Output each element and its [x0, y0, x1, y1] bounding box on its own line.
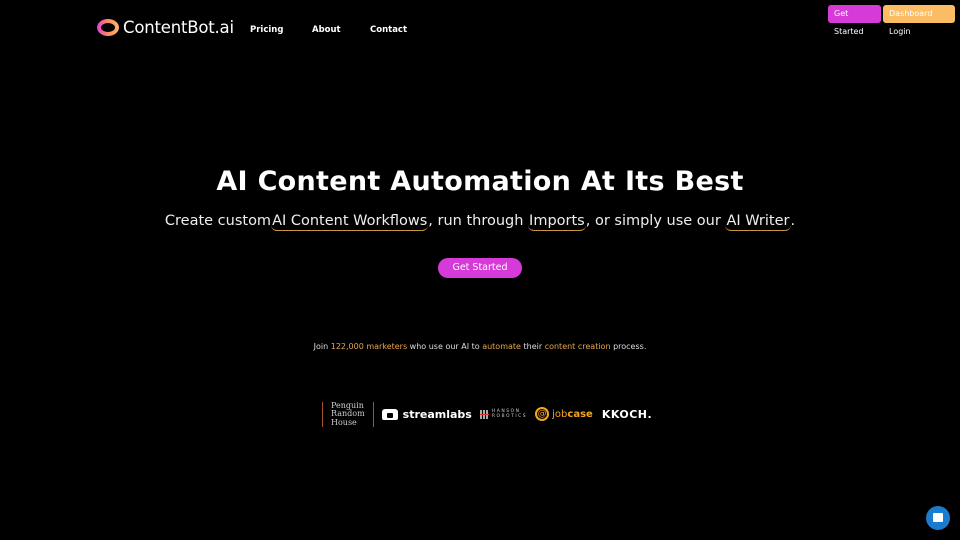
sp-highlight: automate: [482, 342, 521, 351]
hero-title: AI Content Automation At Its Best: [216, 166, 744, 197]
customer-logos: Penguin Random House streamlabs HANSON RO…: [322, 400, 652, 428]
sp-highlight: content creation: [544, 342, 611, 351]
sp-highlight: 122,000 marketers: [330, 342, 408, 351]
logo-ring-icon: [97, 19, 119, 36]
imports-link[interactable]: Imports: [528, 213, 586, 231]
sub-text: Create custom: [164, 213, 272, 229]
sp-text: Join: [313, 342, 331, 351]
logo-text: ContentBot.ai: [123, 18, 234, 37]
sub-text: .: [790, 213, 796, 229]
hanson-robotics-logo: HANSON ROBOTICS: [479, 409, 528, 419]
top-nav: ContentBot.ai Pricing About Contact Get …: [0, 0, 960, 60]
sp-text: their: [520, 342, 545, 351]
nav-link-contact[interactable]: Contact: [370, 25, 407, 35]
streamlabs-text: streamlabs: [402, 407, 472, 421]
social-proof: Join 122,000 marketers who use our AI to…: [0, 342, 960, 351]
hero-subtitle: Create customAI Content Workflows, run t…: [0, 213, 960, 231]
koch-logo: KKOCH.: [601, 407, 653, 421]
at-sign-icon: @: [535, 407, 550, 421]
dashboard-login-button[interactable]: Dashboard Login: [883, 5, 955, 36]
streamlabs-icon: [381, 408, 398, 420]
logo[interactable]: ContentBot.ai: [97, 18, 234, 37]
jobcase-text: case: [567, 408, 593, 420]
hanson-icon: [479, 409, 489, 419]
streamlabs-logo: streamlabs: [381, 407, 472, 421]
sp-text: process.: [610, 342, 647, 351]
sub-text: , or simply use our: [585, 213, 726, 229]
prh-line: House: [331, 417, 357, 427]
hanson-line: ROBOTICS: [491, 414, 528, 419]
jobcase-text: job: [552, 408, 568, 420]
chat-icon: [933, 513, 943, 522]
chat-widget-button[interactable]: [926, 506, 950, 530]
sub-text: , run through: [428, 213, 529, 229]
get-started-button[interactable]: Get Started: [438, 258, 522, 278]
nav-link-about[interactable]: About: [312, 25, 341, 35]
penguin-random-house-logo: Penguin Random House: [322, 401, 374, 427]
get-started-button-top[interactable]: Get Started: [828, 5, 881, 36]
workflows-link[interactable]: AI Content Workflows: [271, 213, 429, 231]
nav-link-pricing[interactable]: Pricing: [250, 25, 283, 35]
sp-text: who use our AI to: [407, 342, 483, 351]
ai-writer-link[interactable]: AI Writer: [725, 213, 791, 231]
jobcase-logo: @ job case: [535, 407, 593, 421]
